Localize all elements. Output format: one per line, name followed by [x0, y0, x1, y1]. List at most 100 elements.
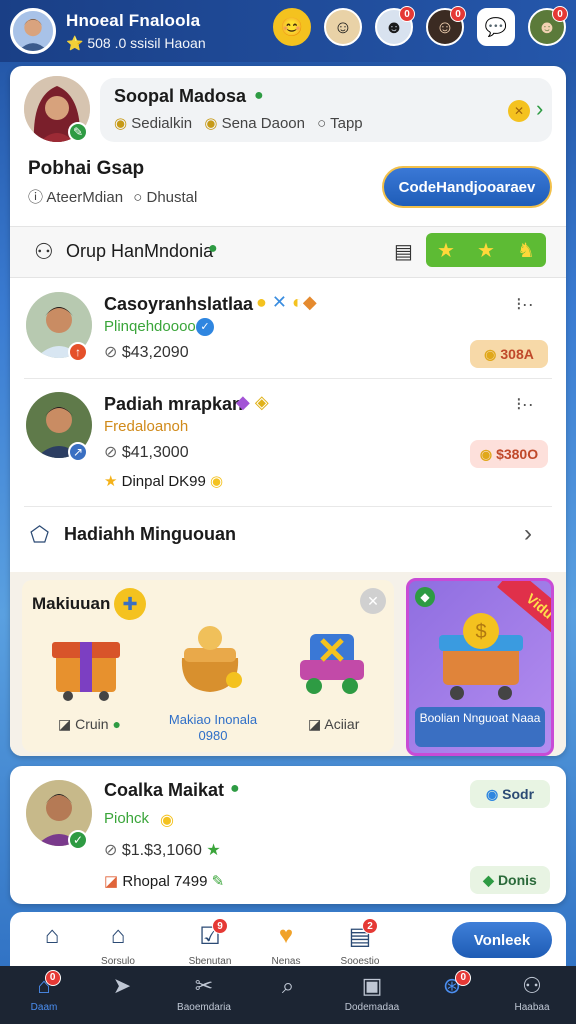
- coin-icon: ◉: [210, 473, 224, 490]
- chevron-right-icon[interactable]: ›: [524, 520, 532, 548]
- coin-icon: ◉: [114, 115, 128, 132]
- promo-title: Makiuuan: [32, 594, 111, 613]
- reward-title[interactable]: Hadiahh Minguouan: [64, 524, 236, 545]
- user-1-coin-pill[interactable]: ◉ 308A: [470, 340, 548, 368]
- friend-avatar-icon-4[interactable]: ☻ 0: [528, 6, 568, 46]
- profile-meta-1: Sedialkin: [131, 115, 193, 132]
- user-1-pill-value: 308A: [500, 346, 534, 362]
- star-icon: ★: [206, 842, 221, 859]
- user-1-name[interactable]: Casoyranhslatlaa: [104, 294, 253, 315]
- more-options-icon[interactable]: ⁝··: [516, 394, 534, 415]
- user-avatar[interactable]: [10, 8, 56, 54]
- user-1-emoji-icons: ● ✕ ◐◆: [256, 292, 317, 312]
- groups-meta-2: Dhustal: [146, 189, 198, 206]
- nav-tools-label: Baoemdaria: [177, 1002, 231, 1013]
- gift-box-icon[interactable]: [46, 622, 126, 702]
- nav-send[interactable]: ➤: [82, 972, 162, 1022]
- user-3-pill-1[interactable]: ◉ Sodr: [470, 780, 550, 808]
- user-3-extra: Rhopal 7499: [122, 873, 208, 890]
- user-icon: ⚇: [522, 973, 542, 998]
- friend-avatar-icon-3[interactable]: ☺ 0: [426, 6, 466, 46]
- coin-icon: ◉: [160, 812, 174, 829]
- treasure-bag-icon[interactable]: [170, 618, 250, 698]
- primary-action-button[interactable]: Vonleek: [452, 922, 552, 958]
- user-3-price: $1.$3,1060: [121, 842, 202, 859]
- emoji-icon: ◉: [204, 115, 218, 132]
- groups-action-button[interactable]: CodeHandjooaraev: [382, 166, 552, 208]
- bottom-nav: ⌂ 0 Daam ➤ ✂ Baoemdaria ⌕ ▣ Dodemadaa ⊛ 0 …: [0, 966, 576, 1024]
- nav-explore[interactable]: ⊛ 0: [412, 970, 492, 1022]
- user-2-sub: Fredaloanoh: [104, 418, 189, 435]
- notification-badge: 2: [362, 918, 378, 934]
- verified-check-icon: ✓: [68, 830, 88, 850]
- friend-avatar-icon[interactable]: ☺: [324, 8, 362, 46]
- user-2-emoji-icons: ◆ ◈: [236, 392, 269, 412]
- user-2-extra-row: ★ Dinpal DK99 ◉: [104, 472, 223, 490]
- user-2-extra: Dinpal DK99: [121, 473, 206, 490]
- verified-icon: ●: [254, 87, 264, 104]
- divider: [24, 506, 552, 507]
- home-icon: ⌂ 0: [37, 970, 61, 1000]
- promo-item-2[interactable]: Makiao Inonala 0980: [154, 712, 272, 744]
- notification-badge: 0: [44, 970, 61, 986]
- profile-name: Soopal Madosa: [114, 86, 247, 106]
- tag-icon: ◆: [415, 587, 435, 607]
- coin-icon[interactable]: 😊: [273, 8, 311, 46]
- home-icon[interactable]: ⌂: [32, 922, 72, 962]
- info-icon: ◉: [485, 785, 499, 802]
- chevron-right-icon[interactable]: ›: [536, 96, 543, 122]
- box-icon: ◪: [58, 716, 72, 732]
- coin-icon: ✚: [114, 588, 146, 620]
- user-3-extra-row: ◪ Rhopal 7499 ✎: [104, 872, 224, 890]
- notification-badge: 0: [552, 6, 568, 22]
- profile-box[interactable]: Soopal Madosa ● ◉ Sedialkin ◉ Sena Daoon…: [100, 78, 552, 142]
- nav-profile[interactable]: ⚇ Haabaa: [492, 972, 572, 1022]
- calendar-icon[interactable]: ▤: [394, 239, 413, 264]
- top-user-info: Hnoeal Fnaloola ⭐ 508 .0 ssisil Haoan: [66, 11, 206, 52]
- top-user-name: Hnoeal Fnaloola: [66, 10, 201, 30]
- top-icons: 😊 ☺ ☻ 0 ☺ 0 💬 ☻ 0: [273, 6, 568, 46]
- treasure-cart-icon: $: [439, 613, 523, 700]
- groups-meta: ⓘ AteerMdian ○ Dhustal: [28, 186, 197, 207]
- stars-bar[interactable]: ★ ★ ♞: [426, 233, 546, 267]
- promo-item-1[interactable]: ◪ Cruin ●: [58, 716, 121, 733]
- user-3-name[interactable]: Coalka Maikat: [104, 780, 224, 801]
- user-2-coin-pill[interactable]: ◉ $380O: [470, 440, 548, 468]
- nav-gallery[interactable]: ▣ Dodemadaa: [332, 972, 412, 1022]
- user-icon: ⚇: [34, 239, 54, 264]
- close-icon[interactable]: ✕: [360, 588, 386, 614]
- notification-badge: 0: [450, 6, 466, 22]
- chat-icon[interactable]: 💬: [477, 8, 515, 46]
- main-card: ✎ Soopal Madosa ● ◉ Sedialkin ◉ Sena Dao…: [10, 66, 566, 756]
- toy-car-icon[interactable]: [292, 620, 372, 700]
- wallet-icon: ⊘: [104, 344, 118, 361]
- notification-badge: 0: [455, 970, 472, 986]
- user-2-name[interactable]: Padiah mrapkan: [104, 394, 243, 415]
- nav-home[interactable]: ⌂ 0 Daam: [4, 970, 84, 1022]
- featured-offer-card[interactable]: ◆ Vidu $ Boolian Nnguoat Naaa: [406, 578, 554, 756]
- user-2-pill-value: $380O: [496, 446, 539, 462]
- promo-item-3[interactable]: ◪ Aciiar: [308, 716, 359, 733]
- star-icon: ★: [437, 239, 455, 262]
- box-icon: ◪: [308, 716, 322, 732]
- notification-badge: 0: [399, 6, 415, 22]
- nav-home-label: Daam: [30, 1002, 58, 1013]
- circle-icon: ○: [133, 189, 143, 206]
- more-options-icon[interactable]: ⁝··: [516, 294, 534, 315]
- group-header-row[interactable]: ⚇ Orup HanMndonia ● ▤ ★ ★ ♞: [10, 226, 566, 278]
- send-icon: ➤: [112, 973, 132, 998]
- friend-avatar-icon-2[interactable]: ☻ 0: [375, 6, 415, 46]
- notification-badge: 9: [212, 918, 228, 934]
- nav-tools[interactable]: ✂ Baoemdaria: [164, 972, 244, 1022]
- user-1-price: $43,2090: [121, 344, 189, 361]
- verified-icon: ●: [208, 240, 218, 257]
- nav-search[interactable]: ⌕: [248, 972, 328, 1022]
- wallet-icon: ⊘: [104, 444, 118, 461]
- profile-meta-2: Sena Daoon: [221, 115, 305, 132]
- groups-title: Pobhai Gsap: [28, 158, 145, 179]
- user-3-pill-2-value: Donis: [497, 872, 537, 888]
- top-user-sub: ⭐ 508 .0 ssisil Haoan: [66, 34, 206, 51]
- user-3-pill-2[interactable]: ◆ Donis: [470, 866, 550, 894]
- star-icon: ★: [104, 473, 118, 490]
- user-1-price-row: ⊘ $43,2090: [104, 342, 189, 362]
